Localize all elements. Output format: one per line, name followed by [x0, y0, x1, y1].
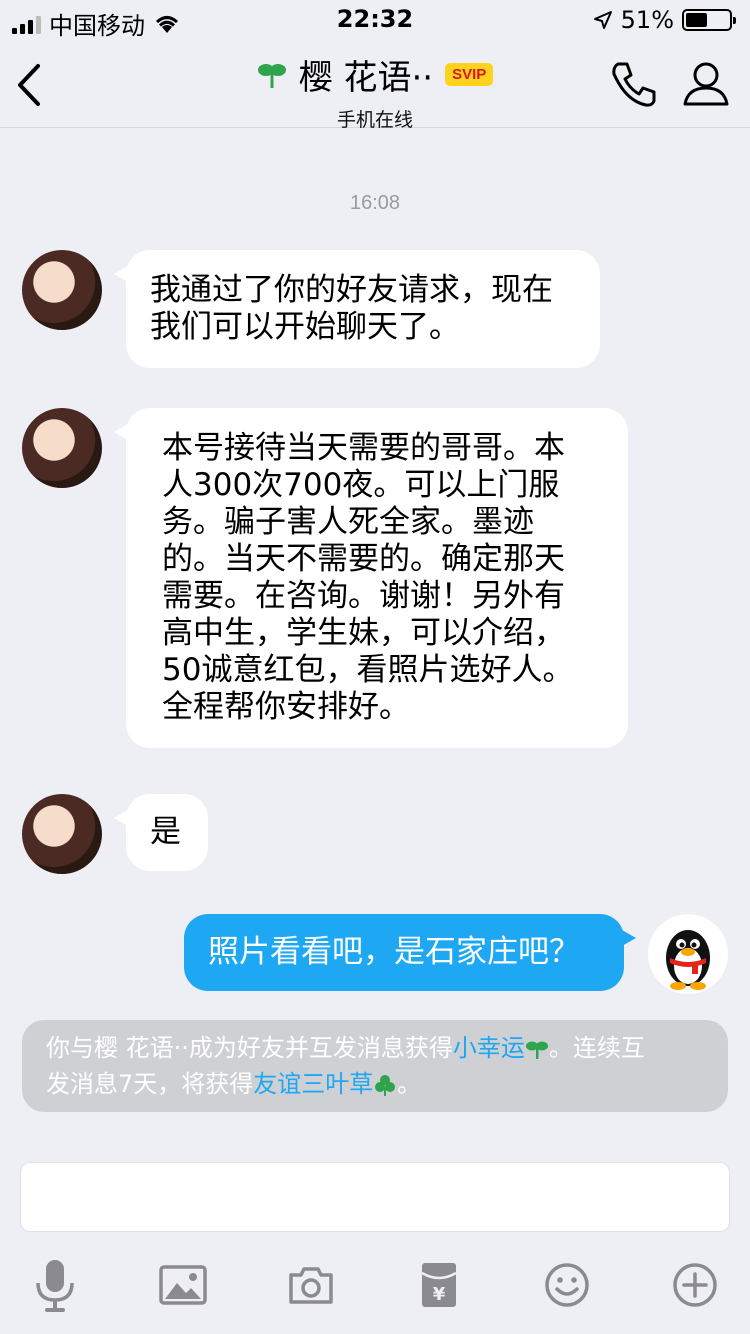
status-bar: 中国移动 22:32 51%	[0, 0, 750, 40]
profile-button[interactable]	[680, 58, 732, 110]
notice-text: 发消息7天，将获得	[46, 1070, 254, 1098]
message-line: 务。骗子害人死全家。墨迹	[162, 504, 534, 540]
person-icon	[683, 62, 729, 106]
message-line: 我们可以开始聊天了。	[150, 309, 460, 345]
chat-header: 樱 花语·· SVIP 手机在线	[0, 40, 750, 131]
battery-icon	[682, 9, 736, 31]
call-button[interactable]	[608, 58, 660, 110]
message-line: 是	[150, 814, 181, 850]
camera-icon	[289, 1267, 333, 1304]
more-button[interactable]	[660, 1250, 730, 1320]
sprout-icon	[257, 63, 286, 88]
message-line: 需要。在咨询。谢谢！另外有	[162, 578, 565, 614]
message-bubble[interactable]: 我通过了你的好友请求，现在 我们可以开始聊天了。	[114, 250, 600, 368]
system-notice: 你与樱 花语··成为好友并互发消息获得小幸运 。连续互 发消息7天，将获得友谊三叶…	[22, 1020, 728, 1112]
location-icon	[593, 11, 612, 29]
battery-percent: 51%	[620, 6, 674, 34]
chat-timestamp: 16:08	[349, 192, 401, 214]
svip-badge: SVIP	[445, 63, 494, 86]
message-line: 50诚意红包，看照片选好人。	[162, 652, 574, 688]
penguin-icon	[666, 930, 710, 990]
little-luck-link[interactable]: 小幸运	[453, 1034, 525, 1062]
my-avatar[interactable]	[648, 914, 728, 994]
voice-button[interactable]	[20, 1250, 90, 1320]
contact-avatar[interactable]	[22, 250, 102, 330]
red-packet-button[interactable]: ¥	[404, 1250, 474, 1320]
message-bubble-outgoing[interactable]: 照片看看吧，是石家庄吧？	[184, 914, 636, 991]
contact-avatar[interactable]	[22, 794, 102, 874]
message-line: 人300次700夜。可以上门服	[162, 467, 560, 503]
input-toolbar: ¥	[0, 1250, 750, 1334]
notice-text: 你与樱 花语··成为好友并互发消息获得	[46, 1034, 453, 1062]
red-packet-icon: ¥	[421, 1263, 457, 1307]
message-line: 我通过了你的好友请求，现在	[150, 272, 553, 308]
notice-text: 。连续互	[548, 1034, 645, 1062]
message-bubble[interactable]: 是	[114, 794, 208, 871]
message-line: 的。当天不需要的。确定那天	[162, 541, 565, 577]
camera-button[interactable]	[276, 1250, 346, 1320]
plus-icon	[673, 1263, 717, 1307]
emoji-icon	[545, 1263, 589, 1307]
phone-icon	[612, 62, 656, 107]
contact-avatar[interactable]	[22, 408, 102, 488]
message-line: 高中生，学生妹，可以介绍，	[162, 615, 565, 651]
image-icon	[159, 1265, 207, 1305]
friendship-clover-link[interactable]: 友谊三叶草	[253, 1070, 373, 1098]
contact-name[interactable]: 樱 花语··	[299, 50, 433, 99]
photo-button[interactable]	[148, 1250, 218, 1320]
svg-text:¥: ¥	[433, 1284, 446, 1305]
clover-icon	[375, 1075, 396, 1096]
message-bubble[interactable]: 本号接待当天需要的哥哥。本 人300次700夜。可以上门服 务。骗子害人死全家。…	[114, 408, 628, 748]
sprout-icon	[525, 1041, 548, 1059]
message-line: 照片看看吧，是石家庄吧？	[208, 934, 580, 970]
microphone-icon	[36, 1260, 74, 1312]
message-line: 全程帮你安排好。	[162, 689, 410, 725]
notice-text: 。	[397, 1070, 422, 1098]
message-line: 本号接待当天需要的哥哥。本	[162, 430, 565, 466]
message-input[interactable]	[20, 1162, 730, 1232]
emoji-button[interactable]	[532, 1250, 602, 1320]
